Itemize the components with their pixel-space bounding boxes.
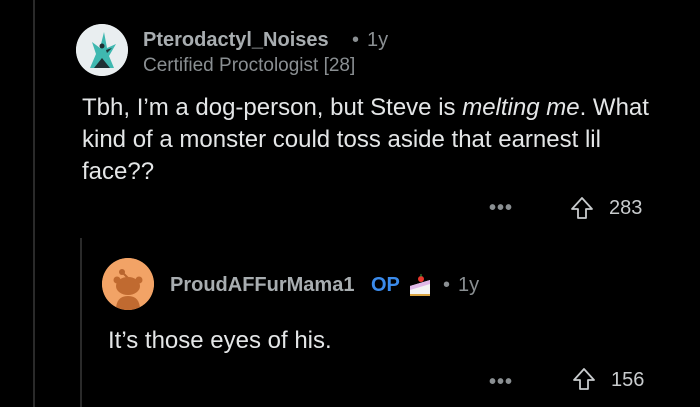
upvote-icon[interactable] [569,195,595,221]
comment-username[interactable]: Pterodactyl_Noises [143,29,329,52]
reply-age: 1y [458,274,480,296]
thread-line[interactable] [33,0,35,407]
comment-text-part: Tbh, I’m a dog-person, but Steve is [82,94,463,121]
upvote-score: 156 [611,369,645,391]
op-badge: OP [371,274,400,296]
upvote-icon[interactable] [571,366,597,392]
reply-username[interactable]: ProudAFFurMama1 [170,274,354,297]
avatar[interactable] [76,24,128,76]
comment-text-emphasis: melting me [462,94,580,121]
reply-body: It’s those eyes of his. [108,327,332,354]
user-flair: Certified Proctologist [28] [143,55,356,76]
more-options-button[interactable]: ••• [489,371,513,394]
meta-separator: • [443,274,451,296]
avatar[interactable] [102,258,154,310]
pterodactyl-avatar-icon [76,24,128,76]
comment-body: Tbh, I’m a dog-person, but Steve is melt… [82,92,662,188]
comment-age: 1y [367,29,389,51]
snoo-avatar-icon [102,258,154,310]
upvote-score: 283 [609,197,643,219]
cake-award-icon[interactable] [405,270,435,300]
meta-separator: • [352,29,360,51]
more-options-button[interactable]: ••• [489,197,513,220]
reply-thread-line[interactable] [80,238,82,407]
